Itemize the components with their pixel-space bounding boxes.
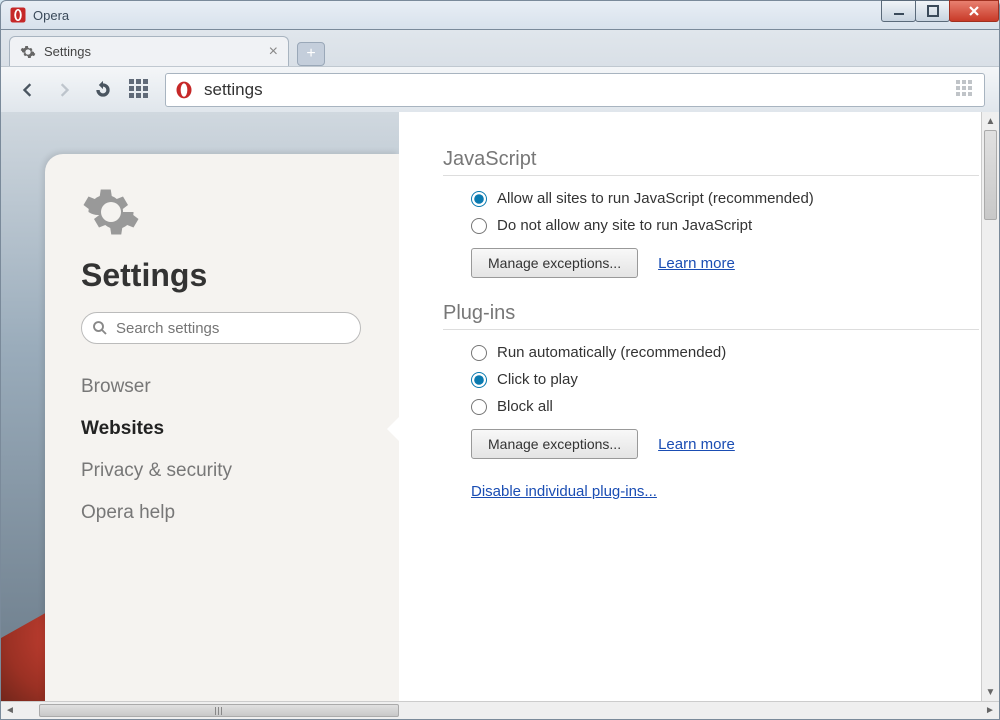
javascript-heading: JavaScript (443, 148, 979, 176)
close-button[interactable] (949, 0, 999, 22)
maximize-button[interactable] (915, 0, 950, 22)
settings-main: JavaScript Allow all sites to run JavaSc… (399, 112, 999, 701)
radio-input[interactable] (471, 399, 487, 415)
radio-input[interactable] (471, 345, 487, 361)
radio-input[interactable] (471, 372, 487, 388)
vertical-scrollbar[interactable]: ▲ ▼ (981, 112, 999, 701)
plugins-click-option[interactable]: Click to play (471, 371, 979, 388)
reload-button[interactable] (91, 78, 115, 102)
scroll-left-icon[interactable]: ◄ (1, 705, 19, 716)
js-block-option[interactable]: Do not allow any site to run JavaScript (471, 217, 979, 234)
plugins-block-option[interactable]: Block all (471, 398, 979, 415)
minimize-button[interactable] (881, 0, 916, 22)
plugins-learn-more-link[interactable]: Learn more (658, 436, 735, 453)
gear-icon (20, 44, 36, 60)
plugins-auto-option[interactable]: Run automatically (recommended) (471, 344, 979, 361)
scroll-thumb[interactable] (984, 130, 997, 220)
sidebar-item-help[interactable]: Opera help (81, 492, 371, 534)
plugins-manage-exceptions-button[interactable]: Manage exceptions... (471, 429, 638, 459)
settings-sidebar: Settings Browser Websites Privacy & secu… (1, 112, 399, 701)
tab-label: Settings (44, 44, 91, 59)
settings-heading: Settings (81, 257, 371, 294)
radio-input[interactable] (471, 218, 487, 234)
grid-icon[interactable] (956, 80, 976, 100)
scroll-down-icon[interactable]: ▼ (982, 683, 999, 701)
address-bar[interactable] (165, 73, 985, 107)
speed-dial-button[interactable] (129, 79, 151, 101)
opera-icon (174, 80, 194, 100)
forward-button[interactable] (53, 78, 77, 102)
back-button[interactable] (15, 78, 39, 102)
gear-icon (81, 182, 141, 242)
horizontal-scrollbar[interactable]: ◄ ► (1, 701, 999, 719)
opera-icon (9, 6, 27, 24)
scroll-up-icon[interactable]: ▲ (982, 112, 999, 130)
sidebar-item-privacy[interactable]: Privacy & security (81, 450, 371, 492)
address-input[interactable] (204, 80, 946, 100)
window-title: Opera (33, 8, 69, 23)
js-allow-option[interactable]: Allow all sites to run JavaScript (recom… (471, 190, 979, 207)
tab-strip: Settings × + (1, 30, 999, 66)
tab-settings[interactable]: Settings × (9, 36, 289, 66)
search-settings-input[interactable] (81, 312, 361, 344)
sidebar-item-browser[interactable]: Browser (81, 366, 371, 408)
search-icon (91, 319, 109, 337)
new-tab-button[interactable]: + (297, 42, 325, 66)
disable-plugins-link[interactable]: Disable individual plug-ins... (471, 483, 657, 500)
js-learn-more-link[interactable]: Learn more (658, 255, 735, 272)
window-titlebar: Opera (0, 0, 1000, 30)
tab-close-icon[interactable]: × (269, 43, 278, 61)
toolbar (1, 66, 999, 112)
plugins-heading: Plug-ins (443, 302, 979, 330)
radio-input[interactable] (471, 191, 487, 207)
scroll-right-icon[interactable]: ► (981, 705, 999, 716)
sidebar-item-websites[interactable]: Websites (81, 408, 371, 450)
scroll-thumb[interactable] (39, 704, 399, 717)
js-manage-exceptions-button[interactable]: Manage exceptions... (471, 248, 638, 278)
